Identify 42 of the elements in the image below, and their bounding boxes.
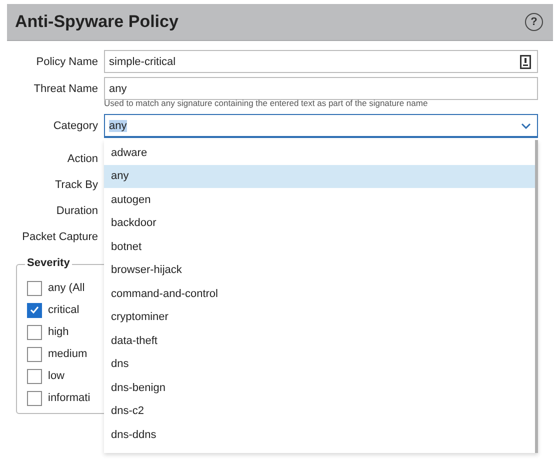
checkbox[interactable] <box>27 280 42 296</box>
menu-item[interactable]: backdoor <box>104 212 535 235</box>
group-legend: Severity <box>25 257 72 269</box>
document-icon[interactable] <box>520 54 531 68</box>
checkbox-label: critical <box>48 304 80 316</box>
field-label: Action <box>67 152 98 167</box>
menu-item[interactable]: dns-benign <box>104 376 535 400</box>
field-label: Track By <box>55 178 98 193</box>
menu-item[interactable]: data-theft <box>104 329 535 352</box>
checkmark-icon <box>30 306 39 314</box>
text-field[interactable]: any <box>104 77 538 100</box>
field-label: Threat Name <box>32 82 98 94</box>
checkbox-label: medium <box>48 348 88 360</box>
help-button[interactable]: ? <box>525 13 543 31</box>
chevron-down-icon[interactable] <box>521 122 531 128</box>
checkbox-label: high <box>48 326 69 338</box>
field-label: Packet Capture <box>22 230 98 245</box>
menu-item[interactable]: command-and-control <box>104 282 535 306</box>
menu-item[interactable]: any <box>104 164 535 188</box>
menu-item[interactable]: botnet <box>104 235 535 258</box>
checkbox-label: informati <box>48 392 90 404</box>
checkbox[interactable] <box>27 324 42 340</box>
menu-item[interactable]: cryptominer <box>104 306 535 329</box>
menu-item[interactable]: dns-ddns <box>104 423 535 446</box>
hint-text: Used to match any signature containing the entered text as part of the signature name <box>104 98 429 108</box>
menu-item[interactable]: browser-hijack <box>104 258 535 282</box>
text-field[interactable]: simple-critical <box>104 50 538 73</box>
field-label: Duration <box>56 204 98 219</box>
menu-item[interactable]: dns-c2 <box>104 400 535 423</box>
field-label: Category <box>52 120 98 132</box>
checkbox-label: any (All <box>48 282 85 294</box>
checkbox[interactable] <box>27 390 42 406</box>
menu-item[interactable]: dns <box>104 352 535 376</box>
category-select[interactable]: any <box>104 114 538 138</box>
checkbox[interactable] <box>27 346 42 362</box>
menu-item[interactable]: autogen <box>104 188 535 212</box>
menu-item[interactable]: adware <box>104 141 535 164</box>
dialog-title: Anti-Spyware Policy <box>15 12 178 32</box>
checkbox-label: low <box>48 370 65 382</box>
field-label: Policy Name <box>35 56 98 68</box>
checkbox[interactable] <box>27 302 42 318</box>
checkbox[interactable] <box>27 368 42 384</box>
